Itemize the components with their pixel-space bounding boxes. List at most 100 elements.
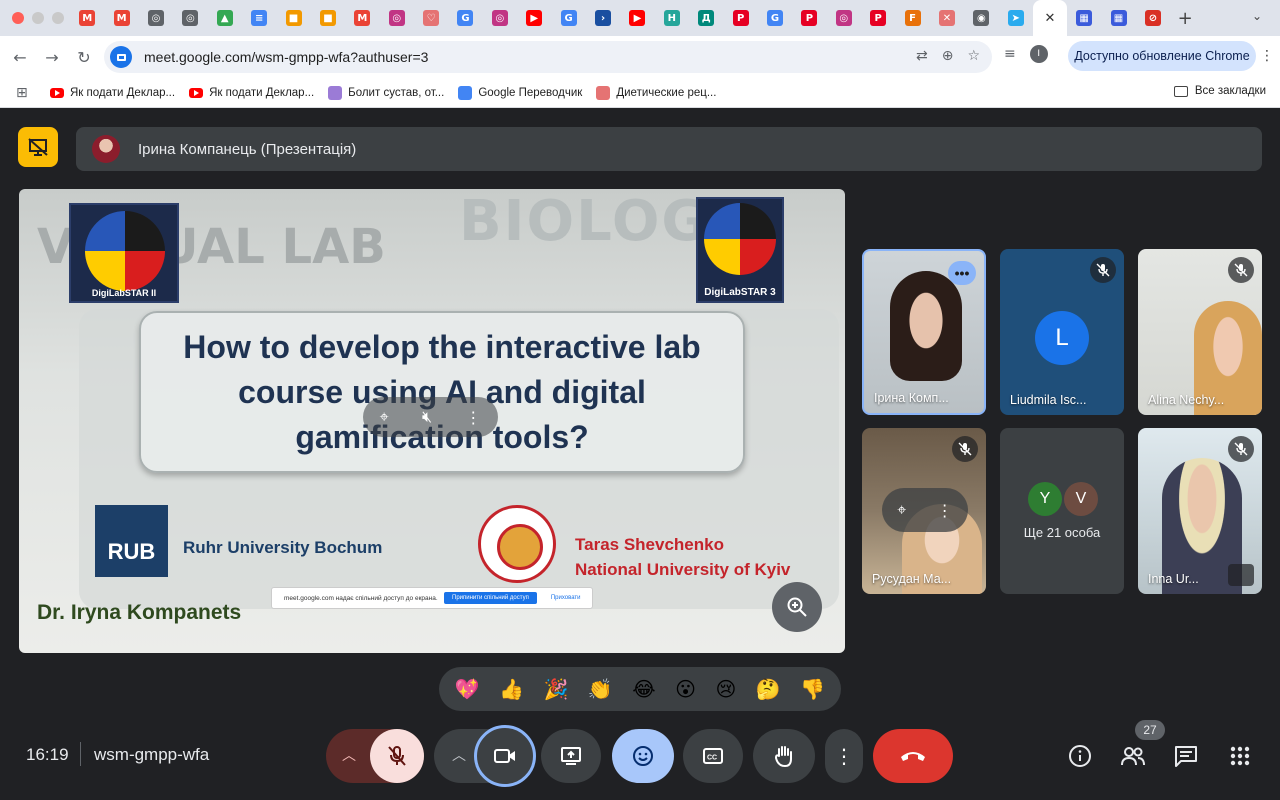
- url-text[interactable]: meet.google.com/wsm-gmpp-wfa?authuser=3: [144, 49, 428, 65]
- browser-tab[interactable]: ✕: [930, 0, 964, 36]
- browser-tab[interactable]: ■: [276, 0, 310, 36]
- browser-tab[interactable]: P: [723, 0, 757, 36]
- sad-reaction[interactable]: 😢: [716, 679, 737, 699]
- maximize-window-button[interactable]: [52, 12, 64, 24]
- stop-sharing-button[interactable]: Припинити спільний доступ: [444, 592, 537, 604]
- presentation-slide[interactable]: BIOLOGY VIRTUAL LAB DigiLabSTAR II DigiL…: [19, 189, 845, 653]
- bookmark-item[interactable]: Як подати Деклар...: [50, 86, 175, 100]
- browser-tab[interactable]: ⊘: [1136, 0, 1170, 36]
- browser-tab[interactable]: G: [448, 0, 482, 36]
- browser-tab[interactable]: ◎: [827, 0, 861, 36]
- reactions-button[interactable]: [612, 729, 674, 783]
- all-bookmarks-button[interactable]: Все закладки: [1173, 85, 1266, 97]
- more-options-button[interactable]: ⋮: [825, 729, 863, 783]
- hide-notice-link[interactable]: Приховати: [551, 595, 581, 601]
- meeting-details-button[interactable]: [1066, 742, 1094, 770]
- participant-tile[interactable]: ⌖ ⋮ Русудан Ма...: [862, 428, 986, 594]
- site-info-icon[interactable]: [110, 46, 132, 68]
- more-options-icon[interactable]: ⋮: [937, 501, 953, 520]
- bookmark-item[interactable]: Як подати Деклар...: [189, 86, 314, 100]
- more-options-icon[interactable]: •••: [948, 261, 976, 285]
- clap-reaction[interactable]: 👏: [588, 679, 613, 699]
- participant-tile[interactable]: ••• Ірина Комп...: [862, 249, 986, 415]
- more-participants-tile[interactable]: Y V Ще 21 особа: [1000, 428, 1124, 594]
- expand-icon[interactable]: [1228, 564, 1254, 586]
- bookmark-item[interactable]: Болит сустав, от...: [328, 85, 444, 100]
- forward-arrow-icon[interactable]: →: [36, 41, 68, 73]
- party-reaction[interactable]: 🎉: [544, 679, 569, 699]
- thinking-reaction[interactable]: 🤔: [756, 679, 781, 699]
- bookmark-item[interactable]: Google Переводчик: [458, 85, 582, 100]
- present-screen-button[interactable]: [541, 729, 601, 783]
- raise-hand-button[interactable]: [753, 729, 815, 783]
- minimize-window-button[interactable]: [32, 12, 44, 24]
- captions-button[interactable]: CC: [683, 729, 743, 783]
- participant-tile[interactable]: Inna Ur...: [1138, 428, 1262, 594]
- participant-tile[interactable]: Alina Nechy...: [1138, 249, 1262, 415]
- close-window-button[interactable]: [12, 12, 24, 24]
- browser-tab[interactable]: ▦: [1067, 0, 1101, 36]
- browser-tab[interactable]: ◉: [964, 0, 998, 36]
- browser-tab[interactable]: G: [551, 0, 585, 36]
- new-tab-button[interactable]: +: [1170, 8, 1200, 29]
- browser-tab[interactable]: ◎: [380, 0, 414, 36]
- profile-avatar[interactable]: I: [1029, 45, 1048, 63]
- tab-active-meet[interactable]: ✕: [1032, 0, 1067, 36]
- pin-icon[interactable]: ⌖: [897, 500, 906, 520]
- browser-tab[interactable]: ▶: [620, 0, 654, 36]
- close-tab-icon[interactable]: ✕: [1044, 11, 1055, 26]
- leave-call-button[interactable]: [873, 729, 953, 783]
- participant-tile[interactable]: L Liudmila Isc...: [1000, 249, 1124, 415]
- browser-tab[interactable]: F: [895, 0, 929, 36]
- zoom-icon[interactable]: ⊕: [942, 48, 954, 64]
- browser-tab[interactable]: M: [104, 0, 138, 36]
- bookmark-item[interactable]: Диетические рец...: [596, 85, 716, 100]
- people-button[interactable]: [1119, 742, 1147, 770]
- thumbs-down-reaction[interactable]: 👎: [800, 679, 825, 699]
- activities-button[interactable]: [1226, 742, 1254, 770]
- browser-tab[interactable]: M: [345, 0, 379, 36]
- omnibox-actions: ⇄ ⊕ ☆: [916, 48, 980, 64]
- browser-tab[interactable]: ◎: [139, 0, 173, 36]
- browser-tab[interactable]: ◎: [173, 0, 207, 36]
- surprised-reaction[interactable]: 😮: [675, 679, 696, 699]
- browser-tab[interactable]: P: [861, 0, 895, 36]
- browser-tab[interactable]: ▲: [208, 0, 242, 36]
- media-control-icon[interactable]: ≡: [1004, 46, 1016, 62]
- browser-tab[interactable]: M: [70, 0, 104, 36]
- browser-tab[interactable]: ■: [311, 0, 345, 36]
- bookmark-star-icon[interactable]: ☆: [967, 48, 980, 64]
- drive-icon: ▲: [216, 10, 233, 26]
- presentation-icon[interactable]: [18, 127, 58, 167]
- browser-tab[interactable]: P: [792, 0, 826, 36]
- back-arrow-icon[interactable]: ←: [4, 41, 36, 73]
- browser-tab[interactable]: Д: [689, 0, 723, 36]
- browser-tab[interactable]: ≡: [242, 0, 276, 36]
- more-options-icon[interactable]: ⋮: [465, 408, 481, 427]
- unpin-icon[interactable]: ⌖: [380, 407, 389, 427]
- chrome-menu-icon[interactable]: ⋮: [1260, 48, 1274, 64]
- address-bar[interactable]: meet.google.com/wsm-gmpp-wfa?authuser=3 …: [104, 41, 992, 73]
- browser-tab[interactable]: ◎: [483, 0, 517, 36]
- apps-grid-icon[interactable]: ⊞: [0, 85, 50, 101]
- zoom-in-button[interactable]: [772, 582, 822, 632]
- browser-tab[interactable]: ▶: [517, 0, 551, 36]
- chat-button[interactable]: [1172, 742, 1200, 770]
- camera-toggle-button[interactable]: [474, 725, 536, 787]
- mute-presentation-icon[interactable]: 🔇︎: [422, 407, 432, 427]
- translate-icon[interactable]: ⇄: [916, 48, 928, 64]
- thumbs-up-reaction[interactable]: 👍: [499, 679, 524, 699]
- tile-hover-controls: ⌖ ⋮: [882, 488, 968, 532]
- browser-tab[interactable]: ♡: [414, 0, 448, 36]
- laugh-reaction[interactable]: 😂: [632, 679, 655, 699]
- browser-tab[interactable]: ➤: [999, 0, 1033, 36]
- heart-reaction[interactable]: 💖: [455, 679, 480, 699]
- browser-tab[interactable]: ▦: [1101, 0, 1135, 36]
- microphone-toggle-button[interactable]: [370, 729, 424, 783]
- browser-tab[interactable]: H: [655, 0, 689, 36]
- reload-icon[interactable]: ↻: [68, 41, 100, 73]
- chrome-update-button[interactable]: Доступно обновление Chrome: [1068, 41, 1256, 71]
- tab-search-chevron-icon[interactable]: ⌄: [1252, 9, 1270, 27]
- browser-tab[interactable]: G: [758, 0, 792, 36]
- browser-tab[interactable]: ›: [586, 0, 620, 36]
